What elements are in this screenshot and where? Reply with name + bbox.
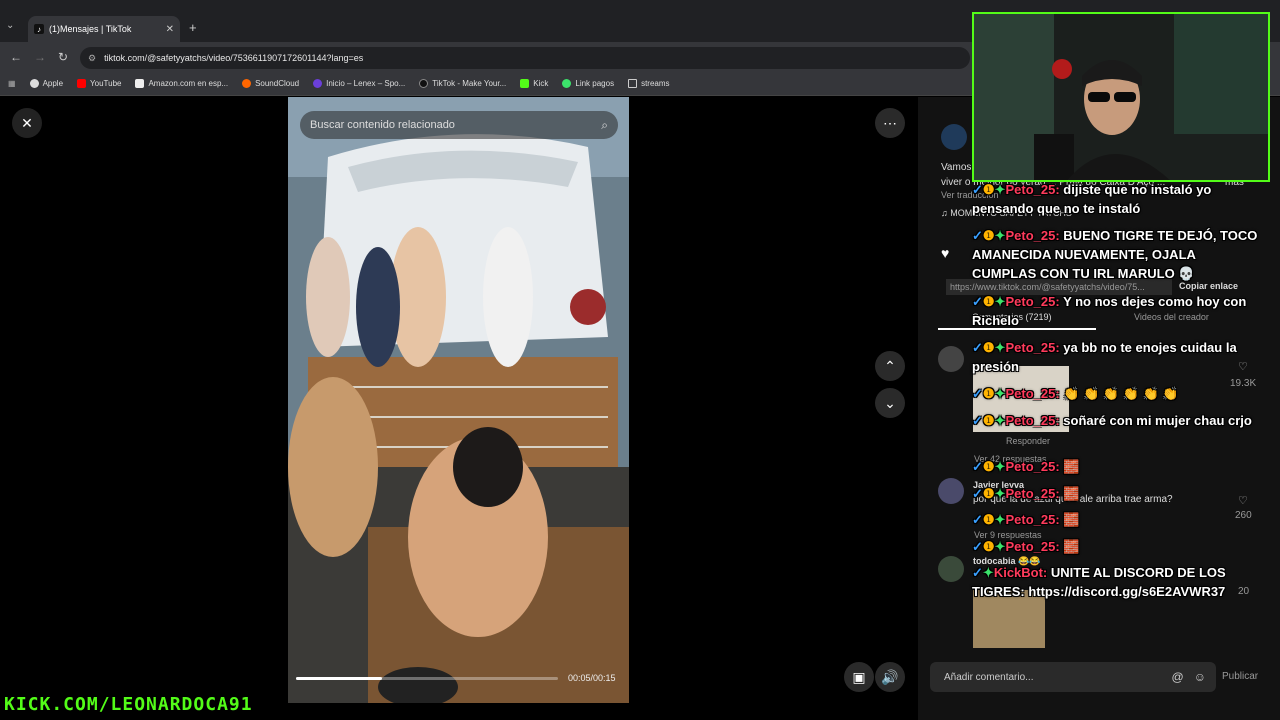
bookmark-tiktok[interactable]: TikTok - Make Your... — [419, 79, 506, 88]
chat-username: Peto_25: — [1005, 486, 1060, 501]
reload-button[interactable]: ↻ — [58, 50, 68, 64]
chat-message: ✓❶✦Peto_25: 🧱 — [972, 459, 1080, 474]
chat-message: ✓❶✦Peto_25: BUENO TIGRE TE DEJÓ, TOCO AM… — [972, 228, 1258, 281]
bookmark-amazon[interactable]: Amazon.com en esp... — [135, 79, 228, 88]
url-text: tiktok.com/@safetyyatchs/video/753661190… — [104, 53, 364, 63]
mention-icon[interactable]: @ — [1172, 670, 1184, 684]
chat-username: KickBot: — [993, 565, 1048, 580]
chat-username: Peto_25: — [1005, 228, 1060, 243]
kick-channel-url: KICK.COM/LEONARDOCA91 — [4, 694, 253, 715]
chat-message: ✓❶✦Peto_25: 🧱 — [972, 486, 1080, 501]
chat-text: 🧱 — [1063, 512, 1080, 527]
close-icon[interactable]: ✕ — [12, 108, 42, 138]
forward-button[interactable]: → — [34, 50, 46, 64]
chat-message: ✓❶✦Peto_25: soñaré con mi mujer chau crj… — [972, 413, 1252, 428]
chat-text: 🧱 — [1063, 539, 1080, 554]
bookmark-spotify[interactable]: Inicio – Lenex – Spo... — [313, 79, 405, 88]
bookmark-apple[interactable]: Apple — [29, 79, 63, 88]
caption-start: Vamos — [941, 162, 972, 173]
reply-link[interactable]: Responder — [1006, 436, 1050, 446]
next-video-button[interactable]: ⌄ — [875, 388, 905, 418]
tiktok-icon: ♪ — [34, 24, 44, 34]
add-comment-placeholder: Añadir comentario... — [944, 671, 1034, 683]
chat-username: Peto_25: — [1005, 459, 1060, 474]
bookmark-youtube[interactable]: YouTube — [77, 79, 121, 88]
chat-message: ✓❶✦Peto_25: 🧱 — [972, 512, 1080, 527]
chat-text: soñaré con mi mujer chau crjo — [1063, 413, 1252, 428]
comment-avatar[interactable] — [938, 478, 964, 504]
chat-text: 🧱 — [1063, 486, 1080, 501]
chat-username: Peto_25: — [1005, 182, 1060, 197]
bookmark-soundcloud[interactable]: SoundCloud — [242, 79, 299, 88]
apps-icon[interactable]: ▦ — [8, 79, 16, 88]
tab-close-icon[interactable]: ✕ — [166, 24, 174, 35]
chat-message: ✓❶✦Peto_25: Y no nos dejes como hoy con … — [972, 294, 1247, 328]
search-placeholder: Buscar contenido relacionado — [310, 119, 455, 131]
site-info-icon[interactable]: ⚙ — [88, 53, 96, 64]
browser-tab[interactable]: ♪ (1)Mensajes | TikTok ✕ — [28, 16, 180, 42]
search-icon[interactable]: ⌕ — [601, 118, 608, 133]
chat-username: Peto_25: — [1005, 413, 1060, 428]
chat-text: 👏 👏 👏 👏 👏 👏 — [1063, 386, 1179, 401]
chat-message: ✓❶✦Peto_25: 🧱 — [972, 539, 1080, 554]
related-search-input[interactable]: Buscar contenido relacionado ⌕ — [300, 111, 618, 139]
chat-message: ✓❶✦Peto_25: 👏 👏 👏 👏 👏 👏 — [972, 386, 1179, 401]
bookmark-streams-folder[interactable]: streams — [628, 79, 670, 88]
boat-party-scene — [288, 97, 629, 703]
video-player[interactable] — [288, 97, 629, 703]
more-options-icon[interactable]: ⋯ — [875, 108, 905, 138]
chat-username: Peto_25: — [1005, 340, 1060, 355]
publish-button[interactable]: Publicar — [1222, 671, 1258, 682]
streamer-webcam-image — [974, 14, 1268, 180]
creator-avatar[interactable] — [941, 124, 967, 150]
previous-video-button[interactable]: ⌃ — [875, 351, 905, 381]
like-heart-icon[interactable]: ♥ — [941, 245, 949, 261]
chat-username: Peto_25: — [1005, 386, 1060, 401]
emoji-icon[interactable]: ☺ — [1194, 670, 1206, 684]
chat-message: ✓❶✦Peto_25: dijiste que no instaló yo pe… — [972, 182, 1212, 216]
chat-username: Peto_25: — [1005, 539, 1060, 554]
add-comment-input[interactable]: Añadir comentario... @ ☺ — [930, 662, 1216, 692]
tab-search-icon[interactable]: ⌄ — [6, 20, 14, 31]
chat-username: Peto_25: — [1005, 294, 1060, 309]
back-button[interactable]: ← — [10, 50, 22, 64]
address-bar[interactable]: ⚙ tiktok.com/@safetyyatchs/video/7536611… — [80, 47, 970, 69]
video-timecode: 00:05/00:15 — [568, 673, 616, 683]
chat-text: 🧱 — [1063, 459, 1080, 474]
video-progress-fill — [296, 677, 383, 680]
chat-message: ✓✦KickBot: UNITE AL DISCORD DE LOS TIGRE… — [972, 565, 1226, 599]
floating-player-icon[interactable]: ▣ — [844, 662, 874, 692]
comment-avatar[interactable] — [938, 556, 964, 582]
new-tab-button[interactable]: + — [189, 20, 197, 35]
bookmark-link-pagos[interactable]: Link pagos — [562, 79, 614, 88]
webcam-overlay — [972, 12, 1270, 182]
chat-message: ✓❶✦Peto_25: ya bb no te enojes cuidau la… — [972, 340, 1237, 374]
tab-title: (1)Mensajes | TikTok — [49, 24, 132, 34]
volume-icon[interactable]: 🔊 — [875, 662, 905, 692]
chat-username: Peto_25: — [1005, 512, 1060, 527]
bookmark-kick[interactable]: Kick — [520, 79, 548, 88]
comment-avatar[interactable] — [938, 346, 964, 372]
